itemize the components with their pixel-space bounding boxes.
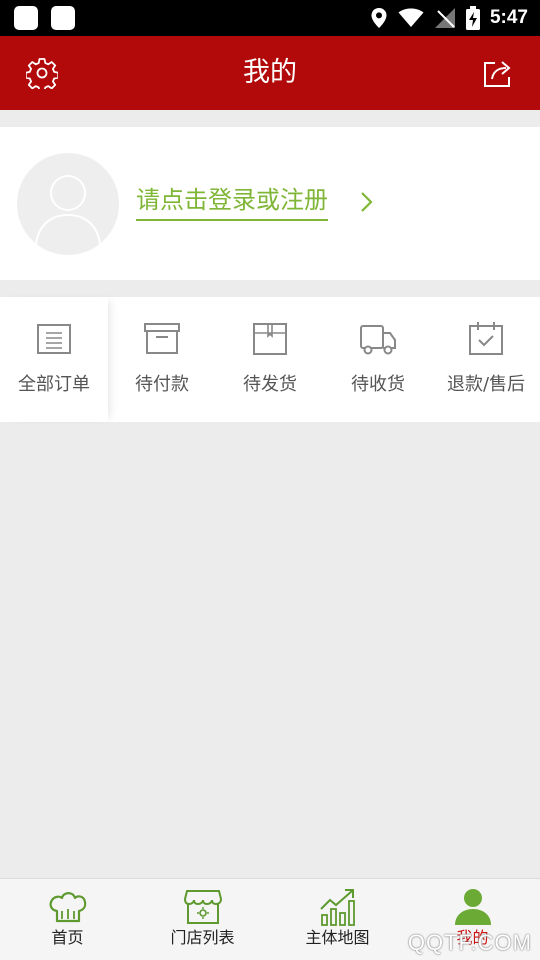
user-placeholder-icon xyxy=(35,175,101,246)
notification-icon xyxy=(14,6,38,30)
share-button[interactable] xyxy=(481,56,515,90)
no-signal-icon xyxy=(434,8,455,28)
location-icon xyxy=(371,8,387,28)
user-icon xyxy=(455,889,491,925)
tab-label: 主体地图 xyxy=(305,928,370,947)
bar-chart-icon xyxy=(320,889,355,926)
status-time: 5:47 xyxy=(489,7,528,28)
avatar[interactable] xyxy=(17,153,119,255)
order-label: 待付款 xyxy=(135,374,189,395)
order-label: 退款/售后 xyxy=(446,374,526,395)
chef-hat-icon xyxy=(49,892,87,923)
tab-label: 首页 xyxy=(51,928,84,947)
profile-card: 请点击登录或注册 xyxy=(0,127,540,280)
chevron-right-icon[interactable] xyxy=(356,189,376,215)
order-label: 全部订单 xyxy=(18,374,90,395)
status-bar: 5:47 xyxy=(0,0,540,36)
tab-store-list[interactable]: 门店列表 xyxy=(135,879,270,960)
tab-label: 门店列表 xyxy=(170,928,235,947)
order-pending-receipt[interactable]: 待收货 xyxy=(324,297,432,422)
order-pending-payment[interactable]: 待付款 xyxy=(108,297,216,422)
order-list-icon xyxy=(37,324,71,354)
app-header: 我的 xyxy=(0,36,540,110)
tab-home[interactable]: 首页 xyxy=(0,879,135,960)
order-label: 待收货 xyxy=(351,374,405,395)
share-icon xyxy=(484,61,511,87)
wifi-icon xyxy=(398,8,424,27)
calendar-check-icon xyxy=(469,322,503,355)
page-title: 我的 xyxy=(243,57,297,88)
battery-charging-icon xyxy=(465,6,480,30)
order-refund[interactable]: 退款/售后 xyxy=(432,297,540,422)
order-pending-shipment[interactable]: 待发货 xyxy=(216,297,324,422)
notification-icon xyxy=(51,6,75,30)
login-register-link[interactable]: 请点击登录或注册 xyxy=(136,183,328,221)
tab-main-map[interactable]: 主体地图 xyxy=(270,879,405,960)
store-icon xyxy=(183,890,223,924)
box-icon xyxy=(144,323,180,354)
package-icon xyxy=(253,323,287,355)
watermark: QQTF.COM xyxy=(407,930,532,955)
order-label: 待发货 xyxy=(243,374,297,395)
order-all[interactable]: 全部订单 xyxy=(0,297,108,422)
truck-icon xyxy=(360,325,396,355)
order-shortcuts: 全部订单 待付款 待发货 待收货 退款/售后 xyxy=(0,297,540,422)
